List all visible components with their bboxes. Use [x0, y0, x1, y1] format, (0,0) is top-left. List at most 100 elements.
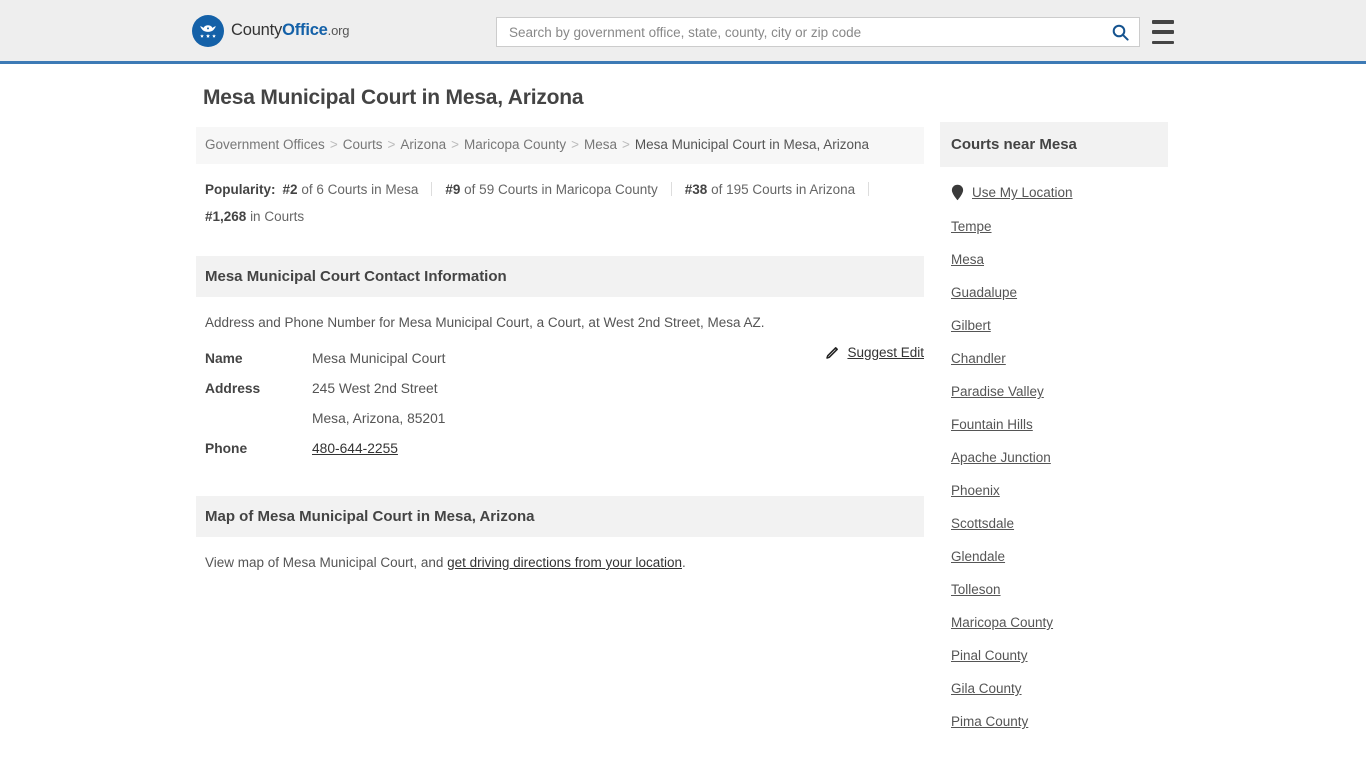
sidebar-link-pima-county[interactable]: Pima County [951, 714, 1028, 729]
menu-bar-2 [1152, 30, 1174, 34]
breadcrumb-separator: > [387, 137, 396, 152]
breadcrumb-item-3[interactable]: Maricopa County [464, 137, 566, 152]
contact-key-phone: Phone [205, 440, 248, 456]
popularity-divider [431, 181, 433, 196]
use-my-location-link[interactable]: Use My Location [972, 185, 1073, 200]
logo-text-office: Office [282, 21, 328, 39]
logo-text-county: County [231, 21, 283, 39]
site-logo[interactable]: CountyOffice.org [192, 14, 349, 47]
popularity-text-2: of 195 Courts in Arizona [711, 181, 856, 197]
sidebar-item-tempe[interactable]: Tempe [940, 210, 1168, 243]
popularity-rank-0: #2 [282, 181, 298, 197]
sidebar-link-mesa[interactable]: Mesa [951, 252, 984, 267]
sidebar-item-pima-county[interactable]: Pima County [940, 705, 1168, 738]
popularity-item-3: #1,268 in Courts [205, 209, 304, 224]
sidebar-link-maricopa-county[interactable]: Maricopa County [951, 615, 1053, 630]
logo-text-org: .org [327, 23, 350, 38]
sidebar-item-mesa[interactable]: Mesa [940, 243, 1168, 276]
contact-key-address: Address [205, 380, 261, 396]
map-section-description: View map of Mesa Municipal Court, and ge… [196, 537, 924, 578]
main-content: Mesa Municipal Court in Mesa, Arizona Go… [196, 86, 924, 578]
popularity-item-1: #9 of 59 Courts in Maricopa County [445, 182, 657, 197]
map-section-heading: Map of Mesa Municipal Court in Mesa, Ari… [196, 495, 924, 537]
contact-row-phone: Phone 480-644-2255 [205, 434, 915, 464]
contact-value-address-line2: Mesa, Arizona, 85201 [312, 410, 446, 426]
sidebar-item-tolleson[interactable]: Tolleson [940, 573, 1168, 606]
sidebar-link-pinal-county[interactable]: Pinal County [951, 648, 1028, 663]
breadcrumb-separator: > [451, 137, 460, 152]
sidebar-heading: Courts near Mesa [940, 122, 1168, 167]
contact-value-address-line1: 245 West 2nd Street [312, 380, 438, 396]
sidebar-item-pinal-county[interactable]: Pinal County [940, 639, 1168, 672]
breadcrumb-current: Mesa Municipal Court in Mesa, Arizona [634, 137, 869, 152]
sidebar-item-gilbert[interactable]: Gilbert [940, 309, 1168, 342]
menu-bar-1 [1152, 20, 1174, 24]
sidebar-link-guadalupe[interactable]: Guadalupe [951, 285, 1017, 300]
sidebar-item-phoenix[interactable]: Phoenix [940, 474, 1168, 507]
breadcrumb-item-0[interactable]: Government Offices [205, 137, 325, 152]
sidebar-list: Use My Location Tempe Mesa Guadalupe Gil… [940, 167, 1168, 738]
sidebar-link-apache-junction[interactable]: Apache Junction [951, 450, 1051, 465]
hamburger-menu-icon[interactable] [1152, 20, 1174, 44]
sidebar-item-paradise-valley[interactable]: Paradise Valley [940, 375, 1168, 408]
contact-details-table: Suggest Edit Name Mesa Municipal Court A… [196, 338, 924, 464]
sidebar-link-glendale[interactable]: Glendale [951, 549, 1005, 564]
contact-value-phone: 480-644-2255 [312, 434, 398, 464]
sidebar-link-tolleson[interactable]: Tolleson [951, 582, 1001, 597]
map-pin-icon [951, 184, 964, 201]
sidebar-item-guadalupe[interactable]: Guadalupe [940, 276, 1168, 309]
contact-row-address-line2: Mesa, Arizona, 85201 [205, 404, 915, 434]
search-icon [1112, 24, 1129, 41]
map-text-after: . [681, 554, 686, 570]
sidebar-item-fountain-hills[interactable]: Fountain Hills [940, 408, 1168, 441]
sidebar-link-phoenix[interactable]: Phoenix [951, 483, 1000, 498]
site-header: CountyOffice.org [0, 0, 1366, 64]
eagle-seal-icon [192, 14, 224, 47]
search-bar [496, 17, 1140, 47]
suggest-edit-button[interactable]: Suggest Edit [825, 345, 924, 360]
edit-pencil-icon [826, 346, 839, 359]
sidebar-item-maricopa-county[interactable]: Maricopa County [940, 606, 1168, 639]
sidebar: Courts near Mesa Use My Location Tempe M… [940, 122, 1168, 738]
contact-row-address: Address 245 West 2nd Street [205, 374, 915, 404]
breadcrumb-item-4[interactable]: Mesa [584, 137, 617, 152]
sidebar-link-fountain-hills[interactable]: Fountain Hills [951, 417, 1033, 432]
logo-wordmark: CountyOffice.org [231, 21, 349, 40]
breadcrumb-item-2[interactable]: Arizona [400, 137, 446, 152]
search-input[interactable] [497, 18, 1101, 46]
popularity-rank-3: #1,268 [205, 208, 247, 224]
phone-link[interactable]: 480-644-2255 [312, 441, 398, 456]
page-title: Mesa Municipal Court in Mesa, Arizona [203, 86, 584, 109]
menu-bar-3 [1152, 40, 1174, 44]
breadcrumb-separator: > [571, 137, 579, 152]
sidebar-item-scottsdale[interactable]: Scottsdale [940, 507, 1168, 540]
contact-section-heading: Mesa Municipal Court Contact Information [196, 255, 924, 297]
sidebar-link-paradise-valley[interactable]: Paradise Valley [951, 384, 1044, 399]
sidebar-item-glendale[interactable]: Glendale [940, 540, 1168, 573]
suggest-edit-label: Suggest Edit [847, 344, 924, 360]
popularity-label: Popularity: [205, 181, 276, 197]
sidebar-item-use-my-location[interactable]: Use My Location [940, 175, 1168, 210]
breadcrumb-separator: > [622, 137, 630, 152]
search-button[interactable] [1101, 18, 1139, 46]
driving-directions-link[interactable]: get driving directions from your locatio… [447, 555, 682, 570]
contact-section-description: Address and Phone Number for Mesa Munici… [205, 314, 765, 330]
sidebar-link-tempe[interactable]: Tempe [951, 219, 992, 234]
breadcrumb-separator: > [329, 137, 338, 152]
sidebar-link-gilbert[interactable]: Gilbert [951, 318, 991, 333]
breadcrumb-item-1[interactable]: Courts [343, 137, 383, 152]
popularity-rank-1: #9 [445, 181, 461, 197]
popularity-item-0: #2 of 6 Courts in Mesa [283, 182, 419, 197]
popularity-divider [670, 181, 672, 196]
map-text-before: View map of Mesa Municipal Court, and [205, 554, 448, 570]
sidebar-link-gila-county[interactable]: Gila County [951, 681, 1022, 696]
sidebar-item-apache-junction[interactable]: Apache Junction [940, 441, 1168, 474]
sidebar-link-chandler[interactable]: Chandler [951, 351, 1006, 366]
contact-key-name: Name [205, 350, 243, 366]
sidebar-item-chandler[interactable]: Chandler [940, 342, 1168, 375]
sidebar-item-gila-county[interactable]: Gila County [940, 672, 1168, 705]
popularity-item-2: #38 of 195 Courts in Arizona [685, 182, 855, 197]
popularity-text-3: in Courts [250, 208, 305, 224]
contact-value-name: Mesa Municipal Court [312, 350, 446, 366]
sidebar-link-scottsdale[interactable]: Scottsdale [951, 516, 1014, 531]
